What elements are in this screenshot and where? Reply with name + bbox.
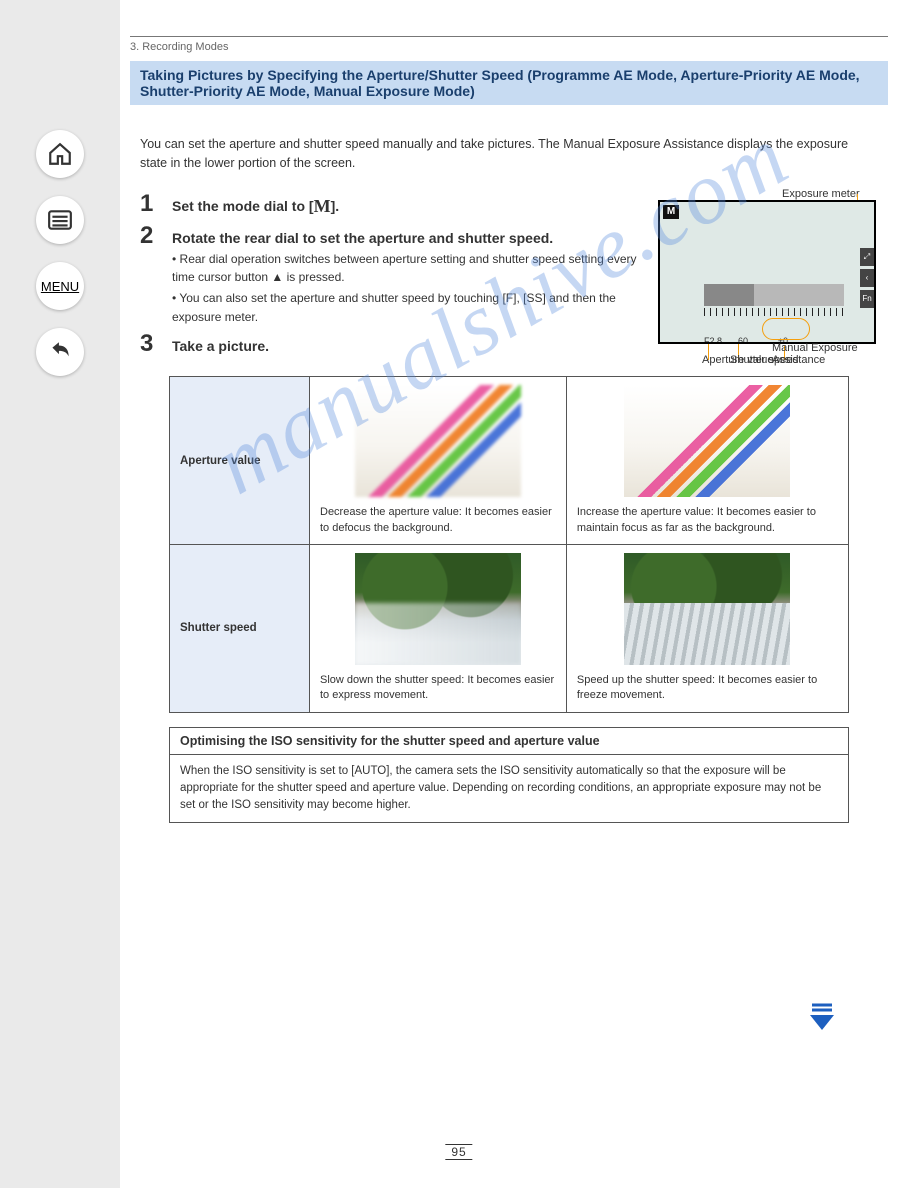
callout-assist: Manual Exposure Assistance (772, 342, 888, 366)
sample-photo-deep-dof (624, 385, 790, 497)
touch-strip: ⤢ ‹ Fn (860, 248, 874, 311)
cell-aperture-high: Increase the aperture value: It becomes … (566, 377, 848, 545)
touch-icon-3: Fn (860, 290, 874, 308)
back-icon (47, 339, 73, 365)
mode-m-icon: M (314, 196, 331, 217)
touch-icon-1: ⤢ (860, 248, 874, 266)
sample-photo-slow-shutter (355, 553, 521, 665)
step-text: Take a picture. (172, 338, 269, 354)
touch-icon-2: ‹ (860, 269, 874, 287)
cell-text: Slow down the shutter speed: It becomes … (320, 673, 556, 704)
step-number: 1 (140, 190, 162, 218)
cell-shutter-fast: Speed up the shutter speed: It becomes e… (566, 544, 848, 712)
effects-table: Aperture value Decrease the aperture val… (169, 376, 849, 713)
list-icon (47, 207, 73, 233)
row-aperture-label: Aperture value (170, 377, 310, 545)
nav-back-button[interactable] (36, 328, 84, 376)
step1-before: Set the mode dial to [ (172, 198, 314, 214)
exposure-ticks (704, 308, 844, 316)
cell-shutter-slow: Slow down the shutter speed: It becomes … (310, 544, 567, 712)
nav-home-button[interactable] (36, 130, 84, 178)
step-text: Rotate the rear dial to set the aperture… (172, 230, 553, 246)
optimize-box: Optimising the ISO sensitivity for the s… (169, 727, 849, 824)
cell-text: Increase the aperture value: It becomes … (577, 505, 838, 536)
shutter-readout: 60 (738, 336, 748, 344)
breadcrumb: 3. Recording Modes (130, 41, 888, 53)
screen-illustration-wrap: Exposure meter M ⤢ ‹ Fn F2.8 60 ±0 Apert… (658, 200, 888, 344)
sidebar: MENU (0, 0, 120, 1188)
sample-photo-shallow-dof (355, 385, 521, 497)
optimize-head: Optimising the ISO sensitivity for the s… (170, 728, 848, 755)
optimize-body: When the ISO sensitivity is set to [AUTO… (170, 755, 848, 823)
nav-menu-button[interactable]: MENU (36, 262, 84, 310)
cell-text: Decrease the aperture value: It becomes … (320, 505, 556, 536)
cell-text: Speed up the shutter speed: It becomes e… (577, 673, 838, 704)
sample-photo-fast-shutter (624, 553, 790, 665)
exposure-meter-bar (704, 284, 844, 306)
menu-label: MENU (41, 279, 79, 294)
step-text: Set the mode dial to [M]. (172, 196, 339, 217)
arrow-down-icon (806, 1000, 838, 1032)
step-number: 2 (140, 222, 162, 250)
cell-aperture-low: Decrease the aperture value: It becomes … (310, 377, 567, 545)
step1-after: ]. (331, 198, 340, 214)
callout-exposure-meter: Exposure meter (782, 188, 882, 200)
highlight-oval (762, 318, 810, 340)
nav-list-button[interactable] (36, 196, 84, 244)
aperture-readout: F2.8 (704, 336, 722, 344)
mode-indicator: M (663, 205, 679, 219)
section-title: Taking Pictures by Specifying the Apertu… (130, 61, 888, 105)
row-shutter-label: Shutter speed (170, 544, 310, 712)
intro-text: You can set the aperture and shutter spe… (140, 135, 878, 174)
divider (130, 36, 888, 37)
page-number: 95 (445, 1144, 472, 1160)
step-number: 3 (140, 330, 162, 358)
camera-screen-mock: M ⤢ ‹ Fn F2.8 60 ±0 (658, 200, 876, 344)
continue-next-page-button[interactable] (806, 1000, 838, 1037)
page-content: 3. Recording Modes Taking Pictures by Sp… (120, 0, 918, 1188)
home-icon (47, 141, 73, 167)
